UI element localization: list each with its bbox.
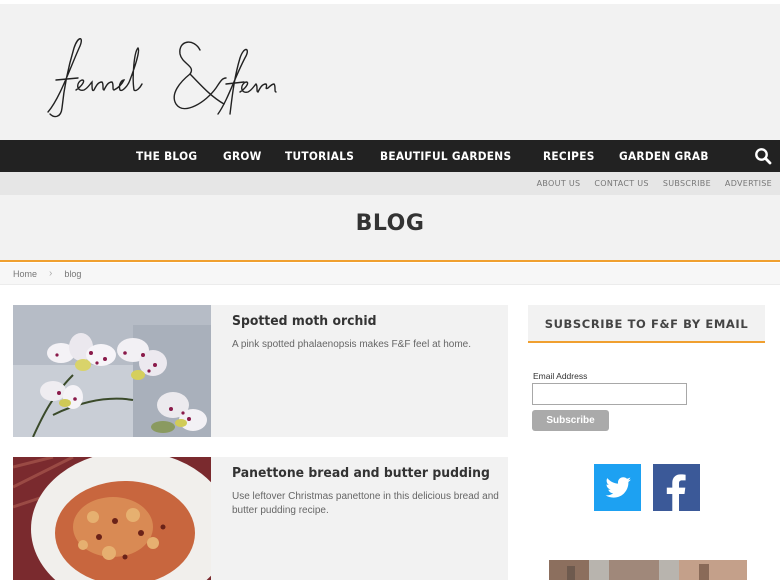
subscribe-widget-header: SUBSCRIBE TO F&F BY EMAIL xyxy=(528,305,765,343)
search-icon[interactable] xyxy=(754,147,772,165)
page-title-band: BLOG xyxy=(0,195,780,262)
nav-item-grow[interactable]: GROW xyxy=(223,149,262,163)
post-excerpt: A pink spotted phalaenopsis makes F&F fe… xyxy=(232,339,472,350)
breadcrumb: Home › blog xyxy=(0,263,780,285)
post-thumbnail-pudding[interactable] xyxy=(13,457,211,580)
site-header xyxy=(0,0,780,140)
chevron-right-icon: › xyxy=(49,268,53,279)
post-title[interactable]: Spotted moth orchid xyxy=(232,313,376,329)
secondary-navigation: ABOUT US CONTACT US SUBSCRIBE ADVERTISE xyxy=(0,172,780,195)
nav-menu: THE BLOG GROW TUTORIALS BEAUTIFUL GARDEN… xyxy=(126,140,726,172)
site-logo[interactable] xyxy=(40,28,280,123)
post-title[interactable]: Panettone bread and butter pudding xyxy=(232,465,490,481)
nav-item-garden-grab[interactable]: GARDEN GRAB xyxy=(619,149,709,163)
subscribe-button[interactable]: Subscribe xyxy=(532,410,609,431)
secondary-menu: ABOUT US CONTACT US SUBSCRIBE ADVERTISE xyxy=(523,172,772,195)
email-label: Email Address xyxy=(533,371,588,381)
subnav-item-subscribe[interactable]: SUBSCRIBE xyxy=(663,179,711,188)
email-field[interactable] xyxy=(532,383,687,405)
sidebar-photo[interactable] xyxy=(549,560,747,580)
main-navigation: THE BLOG GROW TUTORIALS BEAUTIFUL GARDEN… xyxy=(0,140,780,172)
facebook-icon[interactable] xyxy=(653,464,700,511)
breadcrumb-home[interactable]: Home xyxy=(13,269,37,279)
post-card: Spotted moth orchid A pink spotted phala… xyxy=(13,305,508,437)
page-title: BLOG xyxy=(355,211,425,236)
subnav-item-contact-us[interactable]: CONTACT US xyxy=(594,179,648,188)
logo-script-image xyxy=(47,38,277,118)
post-excerpt: Use leftover Christmas panettone in this… xyxy=(232,491,499,516)
twitter-icon[interactable] xyxy=(594,464,641,511)
nav-item-tutorials[interactable]: TUTORIALS xyxy=(285,149,354,163)
post-thumbnail-orchid[interactable] xyxy=(13,305,211,437)
post-card: Panettone bread and butter pudding Use l… xyxy=(13,457,508,580)
nav-item-beautiful-gardens[interactable]: BEAUTIFUL GARDENS xyxy=(380,149,511,163)
subnav-item-advertise[interactable]: ADVERTISE xyxy=(725,179,772,188)
breadcrumb-current: blog xyxy=(64,268,82,279)
nav-item-the-blog[interactable]: THE BLOG xyxy=(136,149,197,163)
nav-item-recipes[interactable]: RECIPES xyxy=(543,149,595,163)
subscribe-widget-title: SUBSCRIBE TO F&F BY EMAIL xyxy=(544,317,749,331)
subnav-item-about-us[interactable]: ABOUT US xyxy=(537,179,581,188)
